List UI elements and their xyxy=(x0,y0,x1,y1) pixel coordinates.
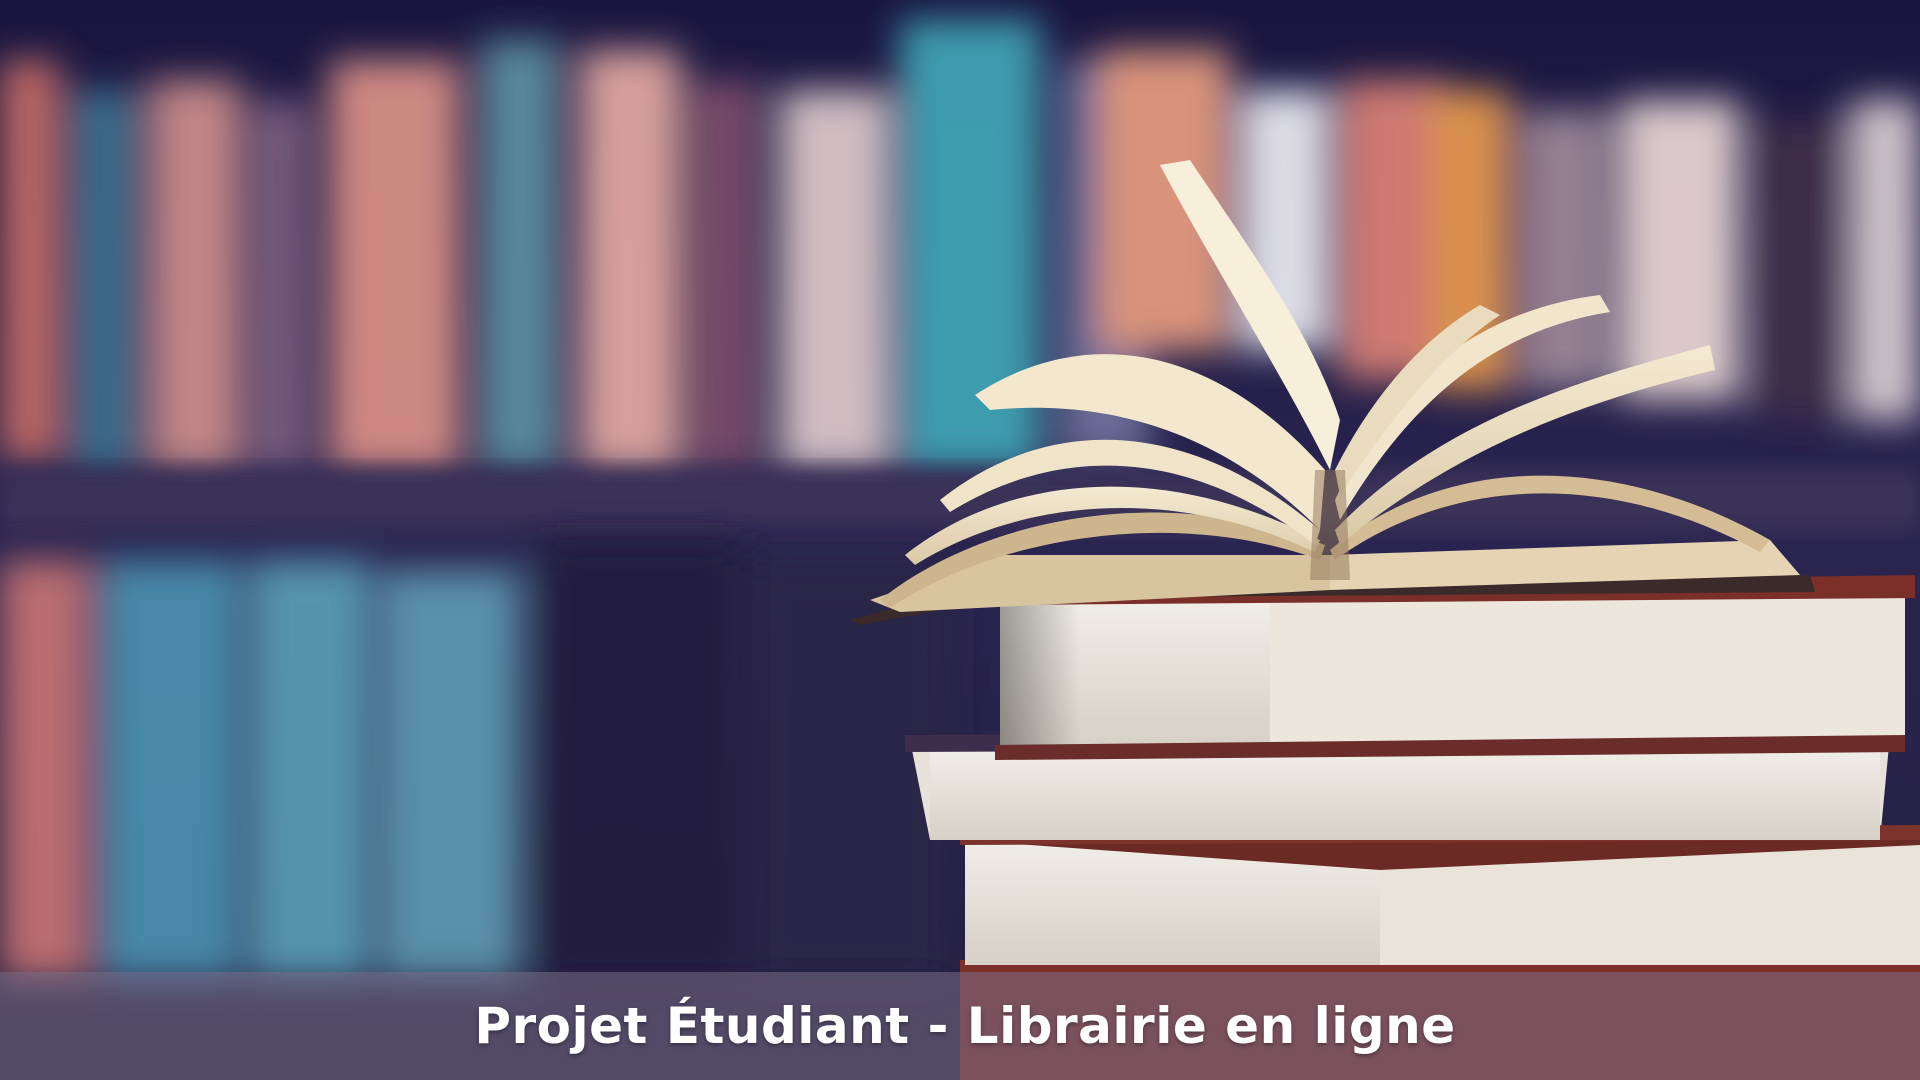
library-books-photo xyxy=(0,0,1920,1080)
hero-banner: Projet Étudiant - Librairie en ligne xyxy=(0,0,1920,1080)
hero-caption: Projet Étudiant - Librairie en ligne xyxy=(474,997,1456,1055)
caption-band: Projet Étudiant - Librairie en ligne xyxy=(0,972,1920,1080)
